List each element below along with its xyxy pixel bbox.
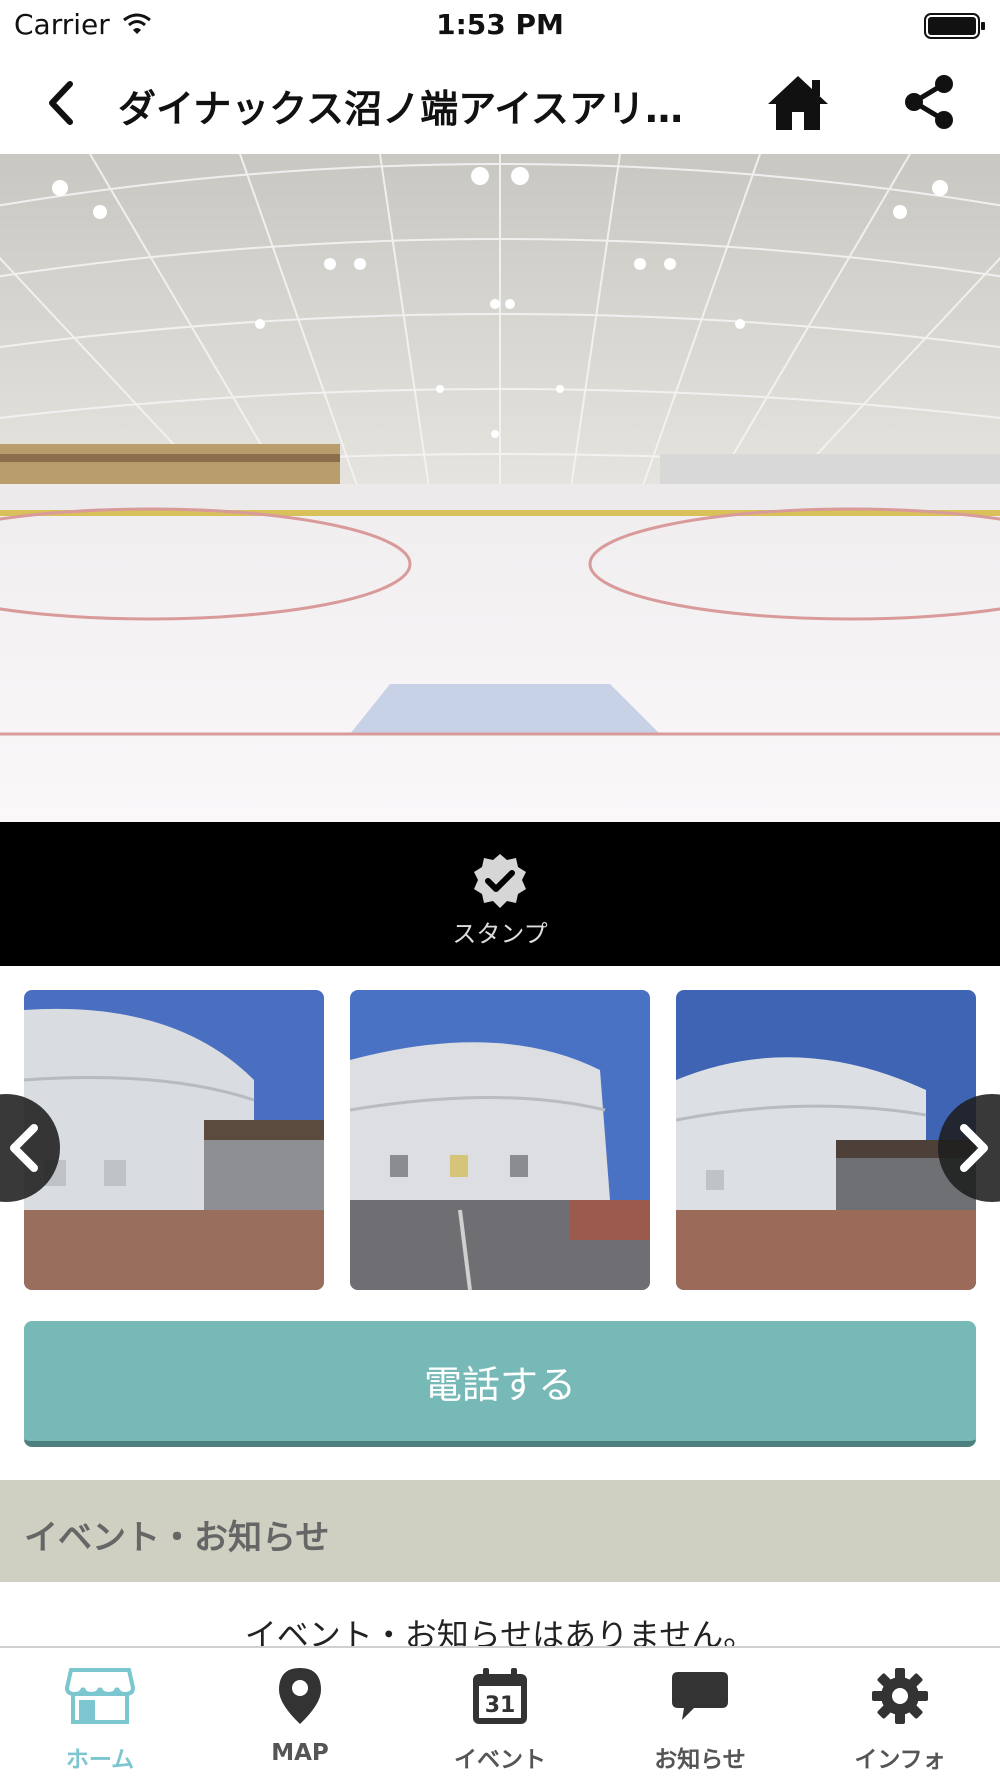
- gear-icon: [872, 1668, 928, 1724]
- back-chevron-icon[interactable]: [42, 78, 82, 128]
- section-title: イベント・お知らせ: [24, 1518, 330, 1558]
- chat-bubble-icon: [672, 1672, 728, 1720]
- stamp-bar[interactable]: スタンプ: [0, 822, 1000, 966]
- shop-icon: [64, 1668, 136, 1724]
- tab-bar: ホーム MAP 31 イベント お知らせ インフォ: [0, 1646, 1000, 1780]
- gallery-prev-button[interactable]: [0, 1094, 60, 1202]
- page-title: ダイナックス沼ノ端アイスアリ…: [118, 87, 684, 131]
- share-icon[interactable]: [900, 72, 956, 132]
- calendar-icon: 31: [473, 1668, 527, 1724]
- tab-info[interactable]: インフォ: [800, 1648, 1000, 1780]
- navigation-bar: ダイナックス沼ノ端アイスアリ…: [0, 52, 1000, 155]
- home-icon[interactable]: [766, 72, 830, 132]
- tab-label: MAP: [271, 1740, 329, 1766]
- tab-label: お知らせ: [654, 1747, 746, 1773]
- status-bar: Carrier 1:53 PM: [0, 0, 1000, 52]
- battery-icon: [924, 13, 985, 39]
- tab-label: インフォ: [854, 1747, 946, 1773]
- map-pin-icon: [279, 1668, 321, 1724]
- calendar-day: 31: [485, 1693, 516, 1718]
- tab-map[interactable]: MAP: [200, 1648, 400, 1780]
- chevron-left-icon: [10, 1124, 38, 1172]
- tab-events[interactable]: 31 イベント: [400, 1648, 600, 1780]
- gallery-photo[interactable]: [350, 990, 650, 1290]
- hero-rink-photo: [0, 154, 1000, 822]
- photo-gallery: [0, 966, 1000, 1296]
- gallery-photo[interactable]: [676, 990, 976, 1290]
- tab-label: イベント: [454, 1747, 546, 1773]
- stamp-label: スタンプ: [452, 920, 548, 948]
- clock: 1:53 PM: [436, 8, 564, 41]
- call-button[interactable]: 電話する: [24, 1321, 976, 1447]
- tab-home[interactable]: ホーム: [0, 1648, 200, 1780]
- chevron-right-icon: [960, 1124, 988, 1172]
- gallery-photo[interactable]: [24, 990, 324, 1290]
- tab-news[interactable]: お知らせ: [600, 1648, 800, 1780]
- stamp-check-badge-icon: [474, 854, 526, 908]
- section-header: イベント・お知らせ: [0, 1480, 1000, 1582]
- tab-label: ホーム: [65, 1747, 135, 1773]
- gallery-next-button[interactable]: [938, 1094, 1000, 1202]
